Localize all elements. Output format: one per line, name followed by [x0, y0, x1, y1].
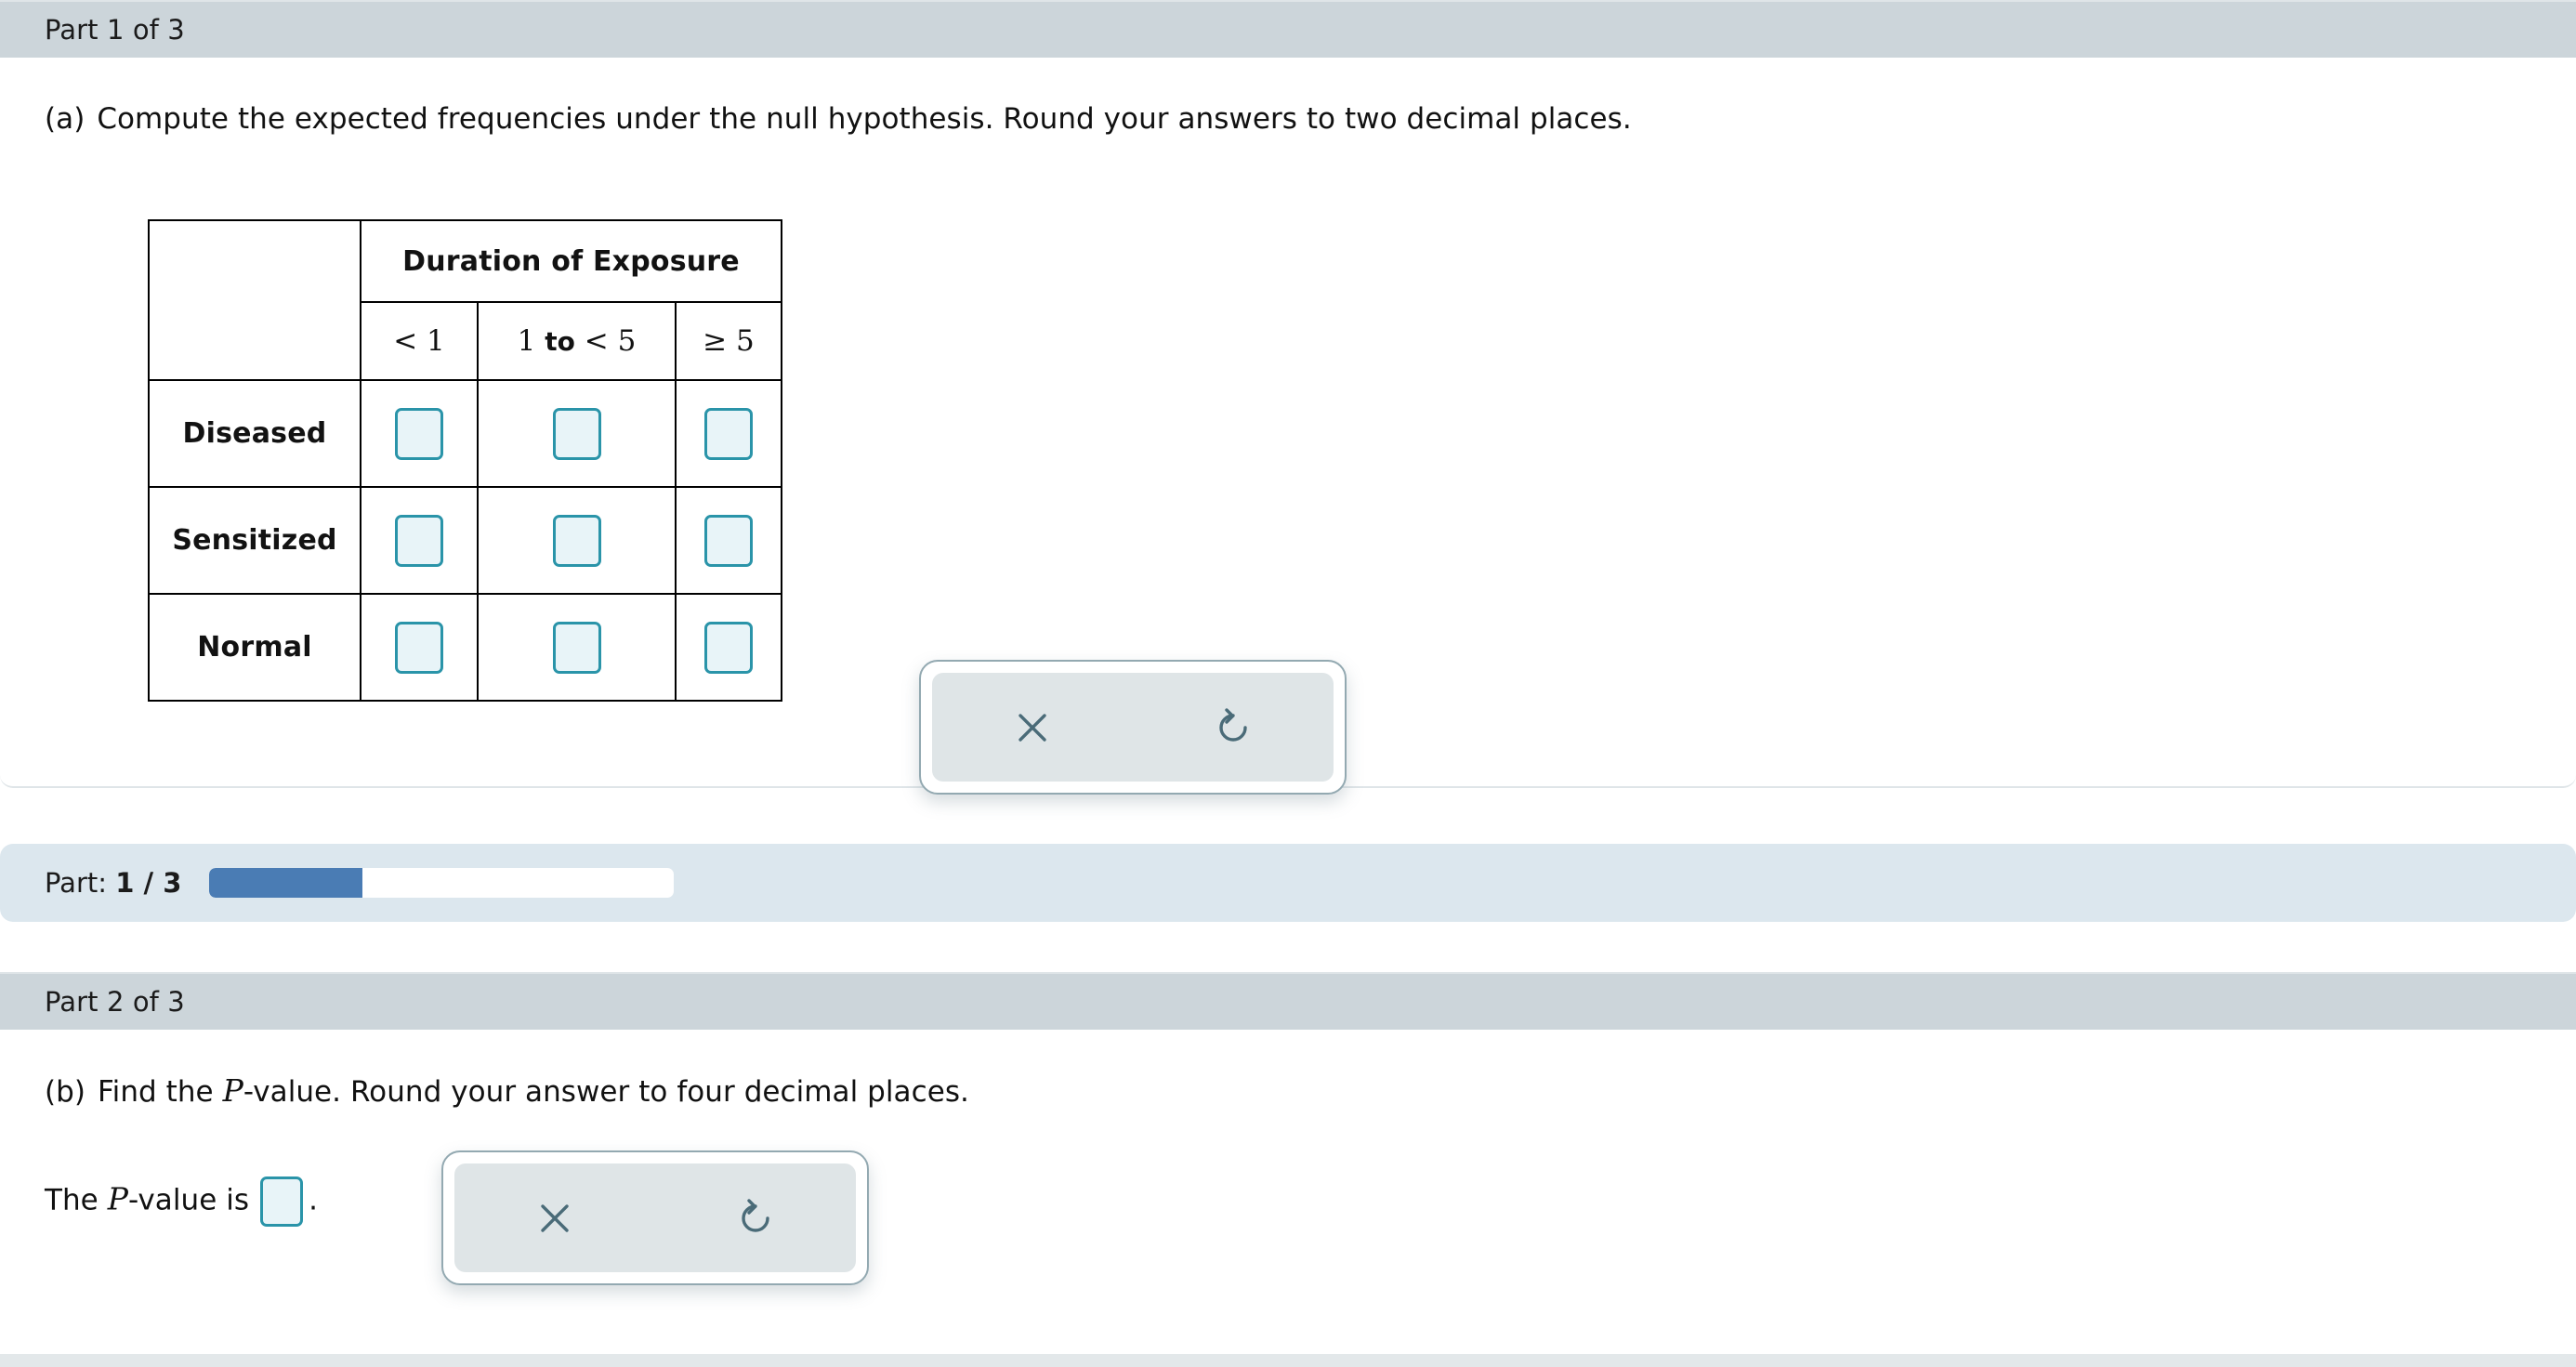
- col-header-1-keyword: to: [545, 326, 575, 357]
- expected-frequencies-table: Duration of Exposure < 1 1 to < 5 ≥ 5 Di…: [148, 219, 782, 702]
- answer-input-r0c0[interactable]: [395, 407, 443, 460]
- answer-input-r0c2[interactable]: [704, 407, 753, 460]
- part-2-tool-palette: [441, 1150, 869, 1285]
- answer-line-after: -value is: [127, 1183, 250, 1217]
- progress-label: Part: 1 / 3: [45, 867, 181, 899]
- table-row: Normal: [148, 593, 782, 702]
- part-1-header-label: Part 1 of 3: [45, 14, 185, 46]
- undo-arrow-icon: [734, 1197, 777, 1240]
- question-a-tag: (a): [45, 102, 85, 136]
- part-1-tool-inner: [932, 673, 1334, 782]
- part-2-header-label: Part 2 of 3: [45, 986, 185, 1018]
- progress-fill: [209, 868, 363, 898]
- col-header-1-left: 1: [517, 324, 536, 358]
- progress-label-prefix: Part:: [45, 867, 108, 899]
- exercise-page: Part 1 of 3 (a) Compute the expected freq…: [0, 0, 2576, 1367]
- table-cell-input-r2c2[interactable]: [675, 593, 782, 702]
- close-icon: [1013, 708, 1052, 747]
- table-row-header-1: Sensitized: [148, 486, 361, 595]
- table-row-header-2: Normal: [148, 593, 361, 702]
- clear-button[interactable]: [454, 1163, 655, 1272]
- answer-input-r1c1[interactable]: [552, 514, 601, 567]
- part-2-header: Part 2 of 3: [0, 974, 2576, 1030]
- p-value-input[interactable]: [260, 1176, 304, 1227]
- question-a-prompt: (a) Compute the expected frequencies unde…: [45, 102, 1632, 136]
- part-1-header: Part 1 of 3: [0, 2, 2576, 58]
- question-b-before: Find the: [98, 1075, 223, 1109]
- part-1-tool-palette: [919, 660, 1347, 795]
- clear-button[interactable]: [932, 673, 1133, 782]
- answer-line-p-symbol: P: [107, 1180, 128, 1217]
- answer-line-terminator: .: [309, 1183, 318, 1217]
- table-head-row-group: Duration of Exposure: [148, 219, 782, 381]
- answer-input-r2c2[interactable]: [704, 621, 753, 674]
- bottom-strip: [0, 1354, 2576, 1367]
- question-a-text: Compute the expected frequencies under t…: [97, 102, 1632, 136]
- part-2-tool-inner: [454, 1163, 856, 1272]
- table-col-header-1: 1 to < 5: [477, 301, 677, 381]
- answer-line-before: The: [45, 1183, 108, 1217]
- part-2-card: Part 2 of 3 (b) Find the P-value. Round y…: [0, 972, 2576, 1367]
- table-cell-input-r2c0[interactable]: [360, 593, 479, 702]
- table-cell-input-r2c1[interactable]: [477, 593, 677, 702]
- table-row: Diseased: [148, 379, 782, 488]
- question-b-tag: (b): [45, 1075, 86, 1109]
- table-row-header-0: Diseased: [148, 379, 361, 488]
- col-header-1-right: < 5: [584, 324, 637, 358]
- part-1-card: Part 1 of 3 (a) Compute the expected freq…: [0, 0, 2576, 795]
- question-b-after: -value. Round your answer to four decima…: [243, 1075, 969, 1109]
- undo-button[interactable]: [1133, 673, 1334, 782]
- undo-arrow-icon: [1212, 706, 1255, 749]
- table-col-header-0: < 1: [360, 301, 479, 381]
- table-row: Sensitized: [148, 486, 782, 595]
- table-cell-input-r0c0[interactable]: [360, 379, 479, 488]
- answer-input-r2c1[interactable]: [552, 621, 601, 674]
- table-cell-input-r1c2[interactable]: [675, 486, 782, 595]
- answer-input-r1c2[interactable]: [704, 514, 753, 567]
- p-value-answer-line: The P-value is.: [45, 1176, 318, 1227]
- question-b-prompt: (b) Find the P-value. Round your answer t…: [45, 1072, 969, 1109]
- progress-band: Part: 1 / 3: [0, 844, 2576, 922]
- answer-input-r2c0[interactable]: [395, 621, 443, 674]
- progress-label-value: 1 / 3: [115, 867, 182, 899]
- undo-button[interactable]: [655, 1163, 856, 1272]
- question-b-p-symbol: P: [222, 1072, 243, 1109]
- table-cell-input-r1c0[interactable]: [360, 486, 479, 595]
- close-icon: [535, 1199, 574, 1238]
- table-corner-cell: [148, 219, 361, 381]
- table-group-header: Duration of Exposure: [360, 219, 782, 303]
- answer-input-r1c0[interactable]: [395, 514, 443, 567]
- table-cell-input-r0c2[interactable]: [675, 379, 782, 488]
- table-col-header-2: ≥ 5: [675, 301, 782, 381]
- table-cell-input-r0c1[interactable]: [477, 379, 677, 488]
- progress-track: [209, 868, 675, 898]
- answer-input-r0c1[interactable]: [552, 407, 601, 460]
- table-cell-input-r1c1[interactable]: [477, 486, 677, 595]
